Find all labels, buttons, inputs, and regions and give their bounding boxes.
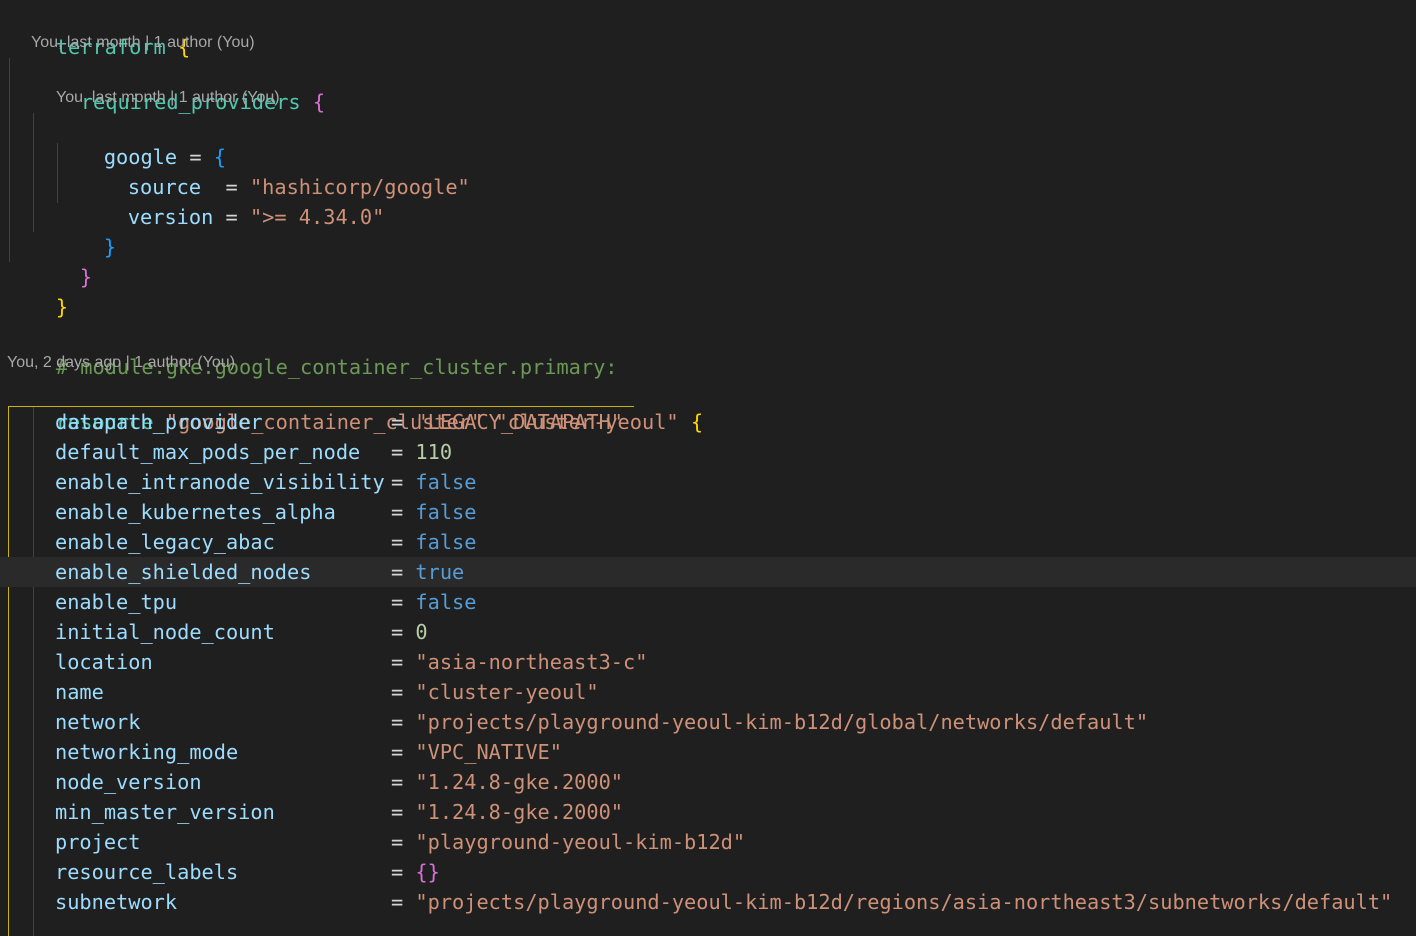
- attribute-line[interactable]: enable_legacy_abac = false: [0, 527, 1416, 557]
- equals-sign: =: [391, 860, 416, 884]
- attribute-line[interactable]: default_max_pods_per_node = 110: [0, 437, 1416, 467]
- attribute-key: enable_intranode_visibility: [55, 470, 385, 494]
- equals-sign: =: [391, 800, 416, 824]
- attribute-line[interactable]: name = "cluster-yeoul": [0, 677, 1416, 707]
- equals-sign: =: [391, 770, 416, 794]
- attribute-key: enable_legacy_abac: [55, 530, 275, 554]
- attribute-key: enable_shielded_nodes: [55, 560, 312, 584]
- attribute-value: false: [415, 470, 477, 494]
- attribute-line[interactable]: enable_shielded_nodes = true: [0, 557, 1416, 587]
- attribute-value: "asia-northeast3-c": [415, 650, 648, 674]
- attribute-value: "LEGACY_DATAPATH": [415, 410, 623, 434]
- attribute-value: true: [415, 560, 465, 584]
- equals-sign: =: [391, 470, 416, 494]
- brace-close: }: [55, 295, 69, 319]
- code-line[interactable]: }: [0, 202, 1416, 259]
- attribute-value: false: [415, 590, 477, 614]
- equals-sign: =: [391, 890, 416, 914]
- git-blame-lens[interactable]: You, last month | 1 author (You): [56, 85, 280, 111]
- code-line[interactable]: }: [0, 262, 1416, 319]
- attribute-value: false: [415, 500, 477, 524]
- attribute-line[interactable]: datapath_provider = "LEGACY_DATAPATH": [0, 407, 1416, 437]
- attribute-key: name: [55, 680, 104, 704]
- attribute-key: enable_tpu: [55, 590, 178, 614]
- attribute-key: networking_mode: [55, 740, 239, 764]
- equals-sign: =: [391, 680, 416, 704]
- attribute-key: enable_kubernetes_alpha: [55, 500, 336, 524]
- attribute-value: "cluster-yeoul": [415, 680, 599, 704]
- attribute-value: "1.24.8-gke.2000": [415, 800, 623, 824]
- attribute-key: project: [55, 830, 141, 854]
- attribute-value: "1.24.8-gke.2000": [415, 770, 623, 794]
- attribute-key: node_version: [55, 770, 202, 794]
- attribute-line[interactable]: networking_mode = "VPC_NATIVE": [0, 737, 1416, 767]
- attribute-value: "playground-yeoul-kim-b12d": [415, 830, 746, 854]
- equals-sign: =: [391, 830, 416, 854]
- equals-sign: =: [391, 710, 416, 734]
- equals-sign: =: [391, 500, 416, 524]
- attribute-value: "VPC_NATIVE": [415, 740, 562, 764]
- attribute-value: 0: [415, 620, 428, 644]
- git-blame-lens[interactable]: You, 2 days ago | 1 author (You): [7, 350, 235, 376]
- attribute-line[interactable]: enable_intranode_visibility = false: [0, 467, 1416, 497]
- attribute-line[interactable]: network = "projects/playground-yeoul-kim-…: [0, 707, 1416, 737]
- equals-sign: =: [391, 410, 416, 434]
- git-blame-lens[interactable]: You, last month | 1 author (You): [31, 30, 255, 56]
- code-line[interactable]: }: [0, 232, 1416, 289]
- attribute-line[interactable]: resource_labels = {}: [0, 857, 1416, 887]
- attribute-value: {}: [415, 860, 440, 884]
- equals-sign: =: [391, 590, 416, 614]
- attribute-line[interactable]: enable_tpu = false: [0, 587, 1416, 617]
- equals-sign: =: [391, 440, 416, 464]
- attribute-value: 110: [415, 440, 453, 464]
- equals-sign: =: [391, 650, 416, 674]
- attribute-key: datapath_provider: [55, 410, 263, 434]
- attribute-value: "projects/playground-yeoul-kim-b12d/regi…: [415, 890, 1393, 914]
- attribute-key: default_max_pods_per_node: [55, 440, 361, 464]
- attribute-key: subnetwork: [55, 890, 178, 914]
- brace-open: {: [312, 90, 326, 114]
- code-line[interactable]: resource "google_container_cluster" "clu…: [0, 377, 1416, 434]
- equals-sign: =: [391, 740, 416, 764]
- code-line[interactable]: source = "hashicorp/google": [0, 142, 1416, 199]
- attribute-line[interactable]: subnetwork = "projects/playground-yeoul-k…: [0, 887, 1416, 917]
- code-line[interactable]: required_providers {: [0, 57, 1416, 114]
- attribute-key: network: [55, 710, 141, 734]
- attribute-line[interactable]: location = "asia-northeast3-c": [0, 647, 1416, 677]
- attribute-line[interactable]: initial_node_count = 0: [0, 617, 1416, 647]
- code-line[interactable]: version = ">= 4.34.0": [0, 172, 1416, 229]
- code-editor[interactable]: terraform { You, last month | 1 author (…: [0, 0, 1416, 936]
- attribute-line[interactable]: enable_kubernetes_alpha = false: [0, 497, 1416, 527]
- attribute-key: location: [55, 650, 153, 674]
- attribute-line[interactable]: node_version = "1.24.8-gke.2000": [0, 767, 1416, 797]
- attribute-key: initial_node_count: [55, 620, 275, 644]
- code-line[interactable]: # module.gke.google_container_cluster.pr…: [0, 322, 1416, 379]
- attribute-value: "projects/playground-yeoul-kim-b12d/glob…: [415, 710, 1149, 734]
- equals-sign: =: [391, 560, 416, 584]
- code-line[interactable]: google = {: [0, 112, 1416, 169]
- code-line[interactable]: terraform {: [0, 2, 1416, 59]
- attribute-key: min_master_version: [55, 800, 275, 824]
- equals-sign: =: [391, 530, 416, 554]
- attribute-key: resource_labels: [55, 860, 239, 884]
- equals-sign: =: [391, 620, 416, 644]
- attribute-line[interactable]: project = "playground-yeoul-kim-b12d": [0, 827, 1416, 857]
- attribute-value: false: [415, 530, 477, 554]
- attribute-line[interactable]: min_master_version = "1.24.8-gke.2000": [0, 797, 1416, 827]
